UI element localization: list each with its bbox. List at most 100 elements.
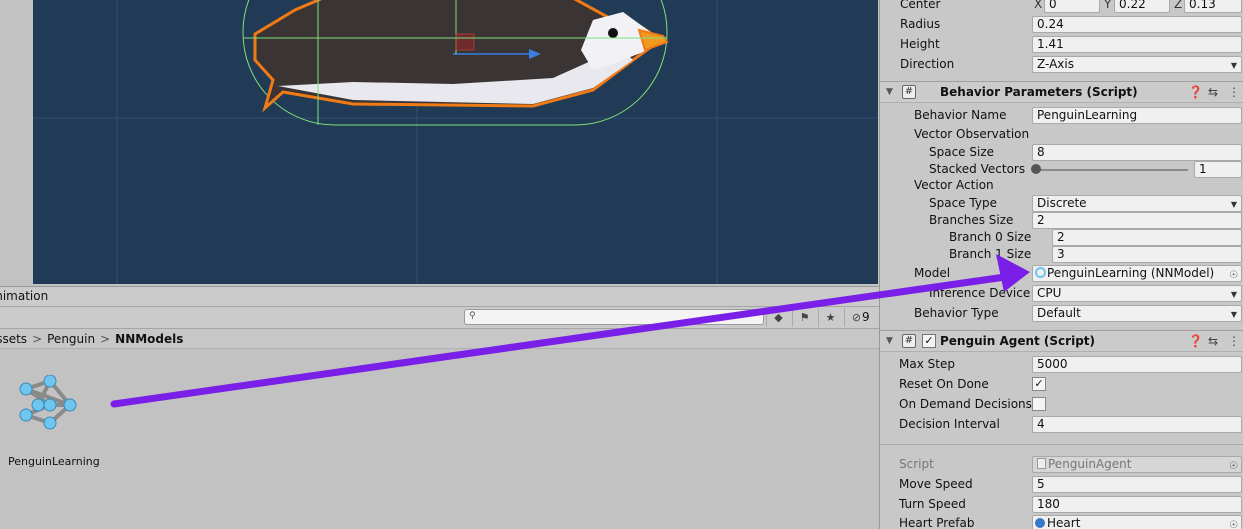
scene-view[interactable] [0,0,879,286]
branch-1-size-row: Branch 1 Size 3 [880,245,1243,265]
script-file-icon [1037,458,1046,469]
model-field[interactable]: PenguinLearning (NNModel) ☉ [1032,265,1242,282]
height-row: Height 1.41 [880,35,1243,55]
breadcrumb-separator: > [32,332,43,346]
stacked-vectors-label: Stacked Vectors [929,162,1026,176]
space-type-label: Space Type [929,196,997,210]
max-step-label: Max Step [899,357,955,371]
nn-model-icon [19,375,77,430]
project-tab-bar: Animation [0,287,879,307]
penguin-agent-header[interactable]: ▼ # ✓ Penguin Agent (Script) ❓ ⇆ ⋮ [880,330,1243,352]
model-label: Model [914,266,951,280]
penguin-eye [608,28,618,38]
preset-icon[interactable]: ⇆ [1208,334,1218,348]
breadcrumb-item[interactable]: Penguin [47,329,95,349]
max-step-field[interactable]: 5000 [1032,356,1242,373]
help-icon[interactable]: ❓ [1188,334,1203,348]
script-icon: # [902,85,916,99]
project-panel: Animation ⚲ ◆ ⚑ ★ ⊘ 9 Assets > Penguin > NNM… [0,286,879,529]
heart-prefab-row: Heart Prefab Heart ☉ [880,514,1243,529]
filter-by-label-icon[interactable]: ⚑ [792,308,816,327]
script-label: Script [899,457,934,471]
behavior-name-label: Behavior Name [914,108,1007,122]
behavior-name-field[interactable]: PenguinLearning [1032,107,1242,124]
on-demand-decisions-label: On Demand Decisions [899,397,1032,411]
gizmo-center [455,33,475,51]
behavior-name-row: Behavior Name PenguinLearning [880,106,1243,126]
nn-model-small-icon [1035,267,1046,278]
component-enabled-checkbox[interactable]: ✓ [922,334,936,348]
on-demand-decisions-checkbox[interactable] [1032,397,1046,411]
decision-interval-field[interactable]: 4 [1032,416,1242,433]
space-size-field[interactable]: 8 [1032,144,1242,161]
stacked-vectors-slider-knob[interactable] [1031,164,1041,174]
direction-row: Direction Z-Axis [880,55,1243,75]
object-picker-icon[interactable]: ☉ [1229,518,1238,529]
menu-icon[interactable]: ⋮ [1228,85,1240,99]
turn-speed-field[interactable]: 180 [1032,496,1242,513]
model-field-value: PenguinLearning (NNModel) [1047,266,1215,280]
direction-dropdown[interactable]: Z-Axis [1032,56,1242,73]
hidden-packages-count: 9 [862,310,870,324]
branches-size-label: Branches Size [929,213,1014,227]
reset-on-done-checkbox[interactable]: ✓ [1032,377,1046,391]
script-field-value: PenguinAgent [1048,457,1132,471]
vector-observation-row: Vector Observation [880,125,1243,145]
vector-action-label: Vector Action [914,178,994,192]
turn-speed-label: Turn Speed [899,497,966,511]
menu-icon[interactable]: ⋮ [1228,334,1240,348]
center-row: Center X 0 Y 0.22 Z 0.13 [880,0,1243,15]
move-speed-label: Move Speed [899,477,973,491]
penguin-beak [637,28,669,52]
filter-by-type-icon[interactable]: ◆ [766,308,790,327]
search-input[interactable] [464,309,764,325]
move-speed-field[interactable]: 5 [1032,476,1242,493]
breadcrumb: Assets > Penguin > NNModels [0,329,879,349]
fold-arrow-icon[interactable]: ▼ [886,336,893,346]
height-field[interactable]: 1.41 [1032,36,1242,53]
stacked-vectors-slider-track[interactable] [1036,169,1188,171]
move-speed-row: Move Speed 5 [880,475,1243,495]
favorites-icon[interactable]: ★ [818,308,842,327]
help-icon[interactable]: ❓ [1188,85,1203,99]
center-y-label: Y [1104,0,1112,11]
decision-interval-label: Decision Interval [899,417,1000,431]
vector-action-row: Vector Action [880,176,1243,196]
tab-animation[interactable]: Animation [0,289,48,303]
radius-field[interactable]: 0.24 [1032,16,1242,33]
section-divider [880,444,1243,445]
heart-prefab-field[interactable]: Heart ☉ [1032,515,1242,529]
branches-size-field[interactable]: 2 [1032,212,1242,229]
branch-1-size-field[interactable]: 3 [1052,246,1242,263]
inference-device-label: Inference Device [929,286,1031,300]
breadcrumb-item[interactable]: Assets [0,329,27,349]
behavior-parameters-header[interactable]: ▼ # Behavior Parameters (Script) ❓ ⇆ ⋮ [880,81,1243,103]
branch-0-size-label: Branch 0 Size [949,230,1032,244]
breadcrumb-separator: > [100,332,111,346]
component-title: Behavior Parameters (Script) [940,85,1138,99]
center-label: Center [900,0,941,11]
center-x-field[interactable]: 0 [1044,0,1100,13]
vector-observation-label: Vector Observation [914,127,1030,141]
scene-canvas[interactable] [33,0,878,284]
script-icon: # [902,334,916,348]
fold-arrow-icon[interactable]: ▼ [886,87,893,97]
center-z-field[interactable]: 0.13 [1184,0,1242,13]
object-picker-icon[interactable]: ☉ [1229,268,1238,281]
branch-0-size-field[interactable]: 2 [1052,229,1242,246]
inference-device-dropdown[interactable]: CPU [1032,285,1242,302]
turn-speed-row: Turn Speed 180 [880,495,1243,515]
max-step-row: Max Step 5000 [880,355,1243,375]
scene-drawing [33,0,878,284]
object-picker-icon: ☉ [1229,461,1238,472]
model-row: Model PenguinLearning (NNModel) ☉ [880,264,1243,284]
preset-icon[interactable]: ⇆ [1208,85,1218,99]
direction-label: Direction [900,57,955,71]
behavior-type-dropdown[interactable]: Default [1032,305,1242,322]
space-type-dropdown[interactable]: Discrete [1032,195,1242,212]
center-y-field[interactable]: 0.22 [1114,0,1170,13]
reset-on-done-label: Reset On Done [899,377,989,391]
breadcrumb-item-current[interactable]: NNModels [115,329,183,349]
project-toolbar: ⚲ ◆ ⚑ ★ ⊘ 9 [0,307,879,329]
heart-prefab-value: Heart [1047,516,1081,529]
